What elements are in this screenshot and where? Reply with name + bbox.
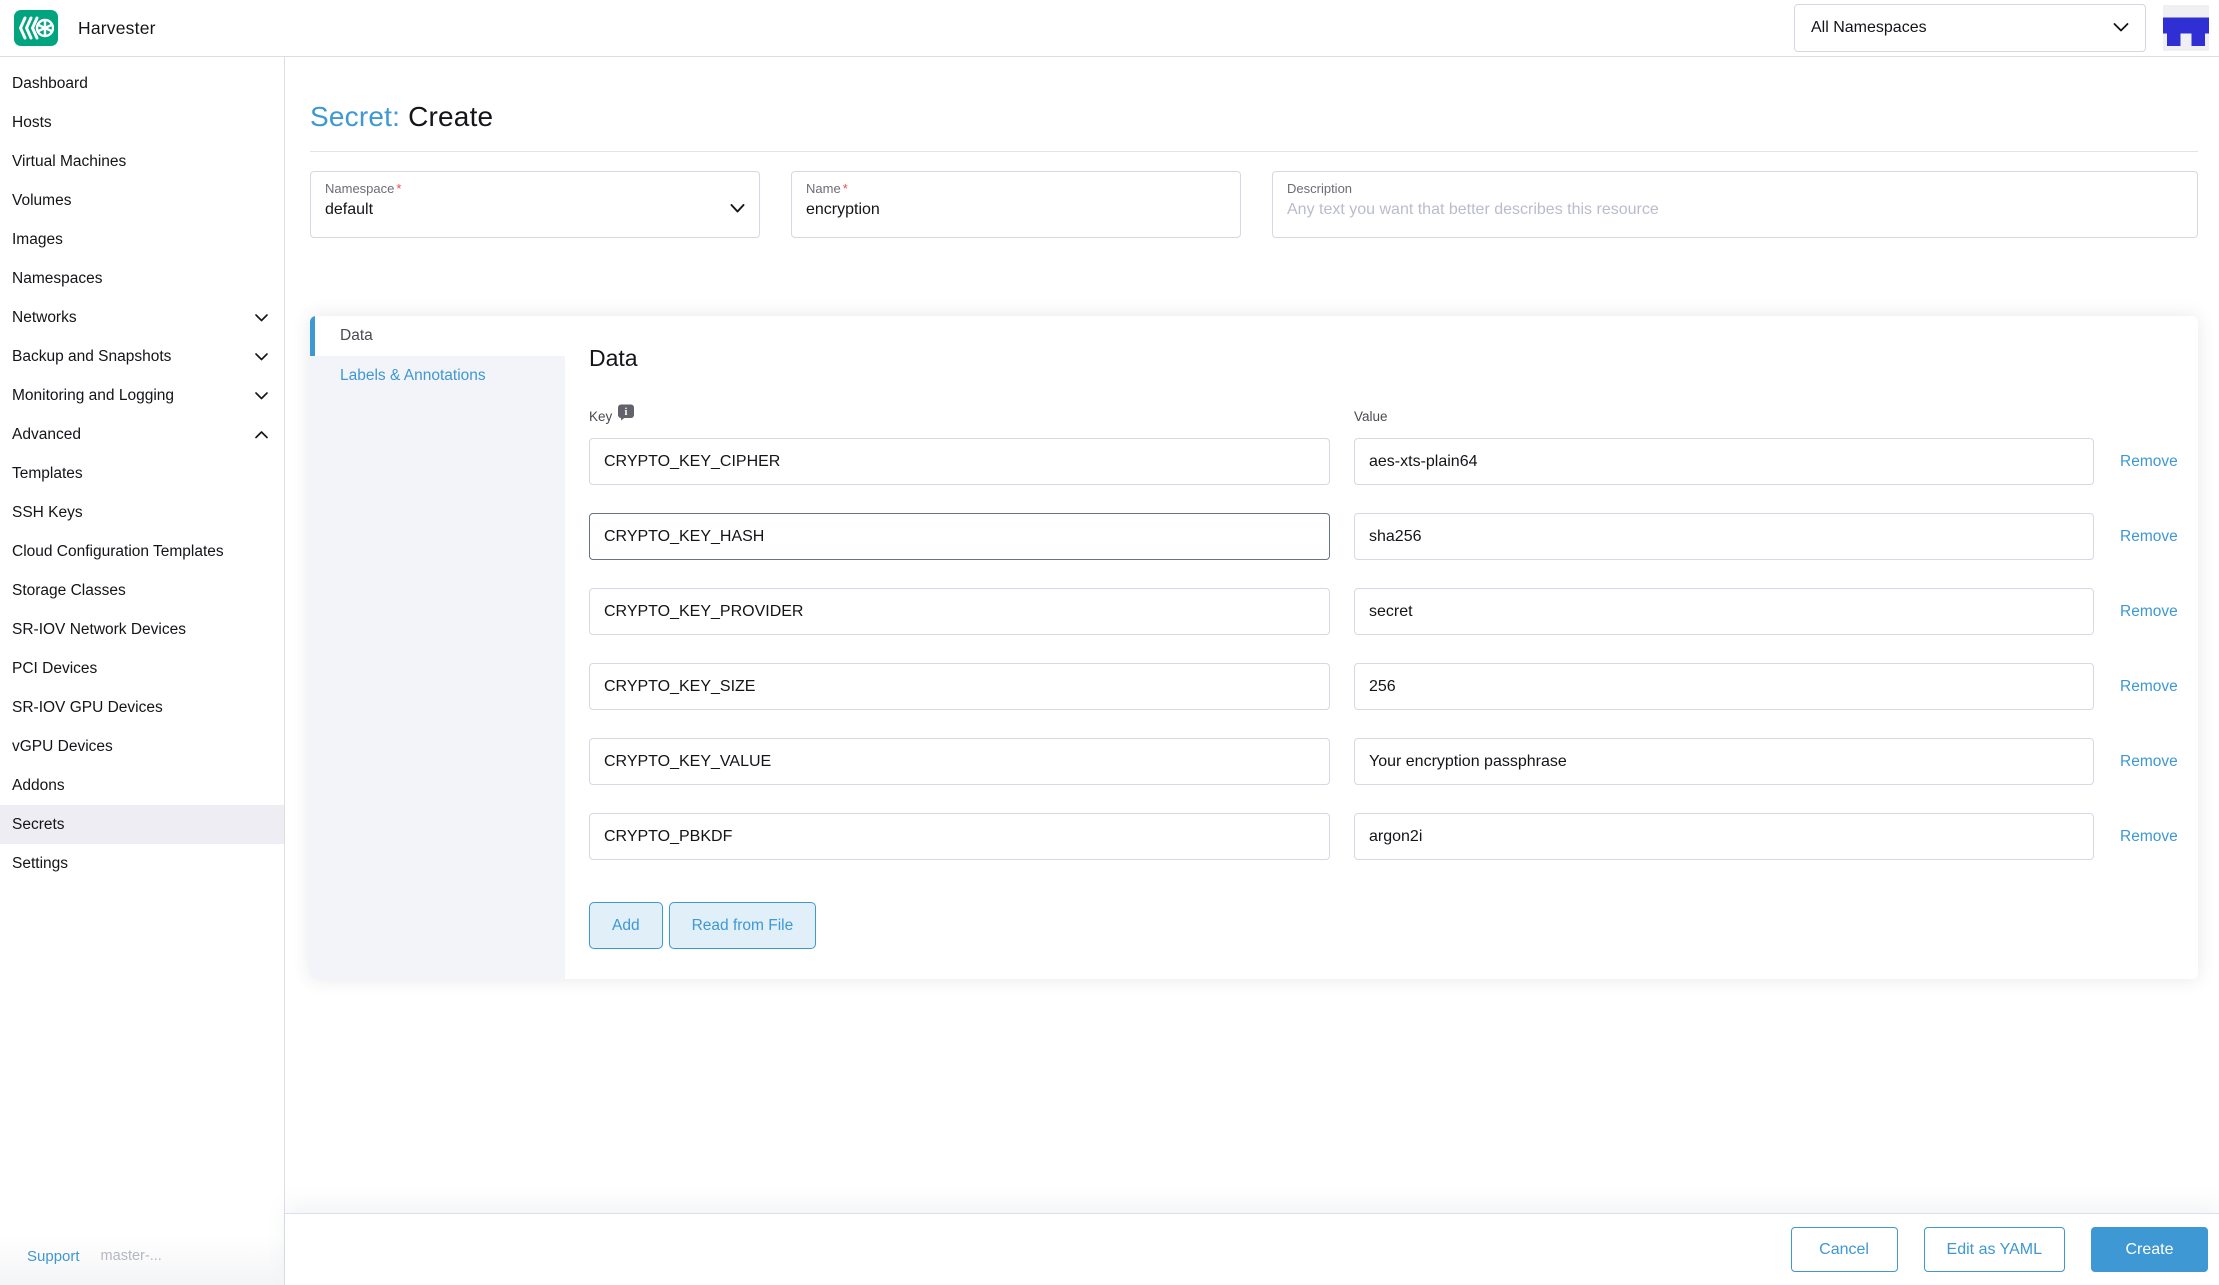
description-field-box: Description [1272, 171, 2198, 238]
remove-row-button[interactable]: Remove [2120, 828, 2178, 846]
value-input[interactable] [1354, 813, 2094, 860]
sidebar-item-cloud-configuration-templates[interactable]: Cloud Configuration Templates [0, 532, 284, 571]
sidebar-group-monitoring-and-logging[interactable]: Monitoring and Logging [0, 376, 284, 415]
remove-row-button[interactable]: Remove [2120, 528, 2178, 546]
chevron-down-icon [255, 348, 268, 366]
form-footer: Cancel Edit as YAML Create [285, 1213, 2219, 1285]
required-asterisk: * [843, 181, 848, 196]
edit-as-yaml-button[interactable]: Edit as YAML [1924, 1227, 2065, 1272]
sidebar-item-secrets[interactable]: Secrets [0, 805, 284, 844]
sidebar-item-settings[interactable]: Settings [0, 844, 284, 883]
chevron-down-icon [255, 309, 268, 327]
name-field-box: Name* [791, 171, 1241, 238]
key-input[interactable] [589, 438, 1330, 485]
remove-row-button[interactable]: Remove [2120, 678, 2178, 696]
metadata-form-row: Namespace* default Name* Description [310, 171, 2198, 238]
required-asterisk: * [396, 181, 401, 196]
tab-labels-annotations[interactable]: Labels & Annotations [310, 356, 565, 396]
section-heading: Data [589, 345, 2179, 372]
svg-text:i: i [625, 407, 628, 418]
value-input[interactable] [1354, 738, 2094, 785]
info-tooltip-icon[interactable]: i [617, 404, 635, 424]
remove-row-button[interactable]: Remove [2120, 453, 2178, 471]
page-scroll-area: Secret: Create Namespace* default Name* [285, 57, 2219, 1213]
value-input[interactable] [1354, 513, 2094, 560]
sidebar-group-advanced[interactable]: Advanced [0, 415, 284, 454]
sidebar-nav: Dashboard Hosts Virtual Machines Volumes… [0, 57, 285, 1285]
remove-row-button[interactable]: Remove [2120, 753, 2178, 771]
top-header: Harvester All Namespaces [0, 0, 2219, 57]
description-input[interactable] [1287, 201, 2183, 219]
sidebar-group-networks[interactable]: Networks [0, 298, 284, 337]
create-button[interactable]: Create [2091, 1227, 2208, 1272]
chevron-down-icon [255, 387, 268, 405]
kv-row: Remove [589, 438, 2179, 485]
namespace-select[interactable]: Namespace* default [310, 171, 760, 238]
page-title: Secret: Create [310, 101, 2198, 133]
page-title-resource: Secret: [310, 101, 400, 132]
namespace-filter-dropdown[interactable]: All Namespaces [1794, 4, 2146, 52]
user-avatar[interactable] [2163, 5, 2209, 51]
key-input[interactable] [589, 663, 1330, 710]
row-actions: Add Read from File [589, 902, 2179, 979]
namespace-label: Namespace [325, 181, 394, 196]
remove-row-button[interactable]: Remove [2120, 603, 2178, 621]
kv-column-headers: Key i Value [589, 406, 2179, 426]
sidebar-item-ssh-keys[interactable]: SSH Keys [0, 493, 284, 532]
page-title-action: Create [408, 101, 493, 132]
secret-editor-card: Data Labels & Annotations Data Key [310, 316, 2198, 979]
namespace-value: default [325, 201, 745, 219]
kv-row: Remove [589, 513, 2179, 560]
kv-row: Remove [589, 813, 2179, 860]
sidebar-footer: Support master-... [0, 1235, 284, 1285]
key-input[interactable] [589, 813, 1330, 860]
name-input[interactable] [806, 201, 1226, 219]
kv-row: Remove [589, 588, 2179, 635]
sidebar-item-sriov-gpu-devices[interactable]: SR-IOV GPU Devices [0, 688, 284, 727]
sidebar-item-volumes[interactable]: Volumes [0, 181, 284, 220]
main-content: Secret: Create Namespace* default Name* [285, 57, 2219, 1285]
sidebar-item-virtual-machines[interactable]: Virtual Machines [0, 142, 284, 181]
value-input[interactable] [1354, 663, 2094, 710]
tab-data[interactable]: Data [310, 316, 565, 356]
kv-row: Remove [589, 663, 2179, 710]
sidebar-item-addons[interactable]: Addons [0, 766, 284, 805]
name-label: Name [806, 181, 841, 196]
cancel-button[interactable]: Cancel [1791, 1227, 1898, 1272]
sidebar-item-vgpu-devices[interactable]: vGPU Devices [0, 727, 284, 766]
title-divider [310, 151, 2198, 152]
sidebar-item-dashboard[interactable]: Dashboard [0, 64, 284, 103]
support-link[interactable]: Support [27, 1248, 80, 1265]
sidebar-item-hosts[interactable]: Hosts [0, 103, 284, 142]
sidebar-item-templates[interactable]: Templates [0, 454, 284, 493]
sidebar-group-backup-and-snapshots[interactable]: Backup and Snapshots [0, 337, 284, 376]
chevron-down-icon [2113, 19, 2129, 37]
tab-column: Data Labels & Annotations [310, 316, 565, 979]
namespace-filter-value: All Namespaces [1811, 19, 2113, 37]
value-column-header: Value [1354, 409, 2094, 424]
value-input[interactable] [1354, 588, 2094, 635]
version-text: master-... [101, 1248, 162, 1264]
app-title: Harvester [78, 18, 156, 39]
add-row-button[interactable]: Add [589, 902, 663, 949]
chevron-down-icon [730, 200, 745, 218]
key-input[interactable] [589, 588, 1330, 635]
value-input[interactable] [1354, 438, 2094, 485]
read-from-file-button[interactable]: Read from File [669, 902, 817, 949]
description-label: Description [1287, 181, 1352, 196]
key-column-header: Key [589, 409, 612, 424]
sidebar-item-images[interactable]: Images [0, 220, 284, 259]
chevron-up-icon [255, 426, 268, 444]
kv-row: Remove [589, 738, 2179, 785]
sidebar-item-pci-devices[interactable]: PCI Devices [0, 649, 284, 688]
key-input[interactable] [589, 738, 1330, 785]
sidebar-item-sriov-network-devices[interactable]: SR-IOV Network Devices [0, 610, 284, 649]
sidebar-item-namespaces[interactable]: Namespaces [0, 259, 284, 298]
harvester-logo-icon[interactable] [14, 10, 58, 46]
sidebar-item-storage-classes[interactable]: Storage Classes [0, 571, 284, 610]
key-input[interactable] [589, 513, 1330, 560]
data-tab-panel: Data Key i Value [565, 316, 2198, 979]
